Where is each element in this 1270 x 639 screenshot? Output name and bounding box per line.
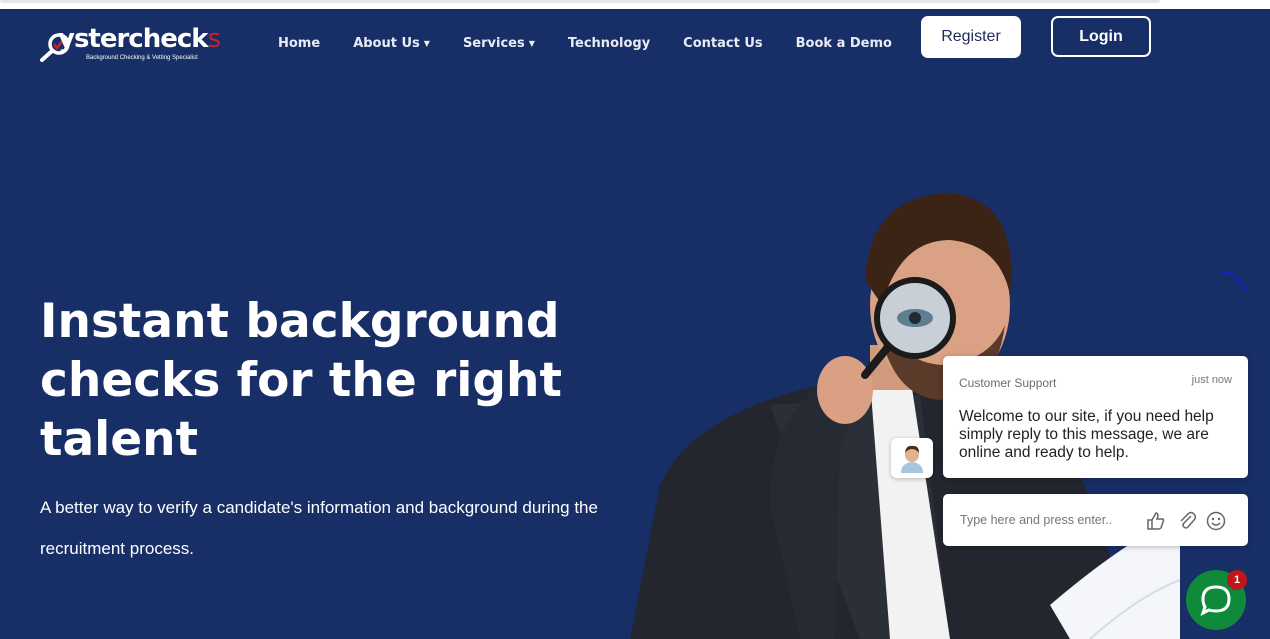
hero-subtitle: A better way to verify a candidate's inf… — [40, 498, 598, 558]
thumbs-up-icon[interactable] — [1145, 510, 1167, 532]
chat-input-bar[interactable]: Type here and press enter.. — [943, 494, 1248, 546]
chat-agent-name: Customer Support — [959, 376, 1057, 390]
paperclip-icon[interactable] — [1176, 510, 1198, 532]
nav-services-label: Services — [462, 36, 525, 51]
support-agent-avatar — [891, 438, 933, 478]
nav-home[interactable]: Home — [278, 36, 320, 51]
login-button[interactable]: Login — [1051, 16, 1151, 57]
register-button[interactable]: Register — [921, 16, 1021, 58]
nav-technology[interactable]: Technology — [568, 36, 650, 51]
loading-spinner-icon — [1221, 271, 1247, 293]
logo-word-red: s — [207, 24, 222, 54]
nav-home-label: Home — [278, 36, 321, 51]
chat-message-card[interactable]: Customer Support just now Welcome to our… — [943, 356, 1248, 478]
emoji-icon[interactable] — [1205, 510, 1227, 532]
logo-word-dark: ystercheck — [58, 24, 209, 54]
caret-down-icon: ▼ — [423, 39, 430, 48]
chat-timestamp: just now — [1191, 374, 1232, 386]
scroll-bar-top — [0, 0, 1160, 3]
hero-title: Instant background checks for the right … — [40, 294, 562, 467]
logo-wordmark: ysterchecks — [58, 24, 222, 54]
site-logo[interactable]: ysterchecks Background Checking & Vettin… — [40, 22, 250, 66]
chat-welcome-message: Welcome to our site, if you need help si… — [959, 408, 1214, 461]
logo-tagline: Background Checking & Vetting Specialist — [86, 55, 198, 61]
caret-down-icon: ▼ — [528, 39, 535, 48]
nav-book-a-demo[interactable]: Book a Demo — [796, 36, 892, 51]
chat-bubble-icon — [1200, 585, 1231, 616]
chat-unread-badge: 1 — [1227, 570, 1247, 590]
browser-top-strip — [0, 0, 1270, 9]
nav-about-us[interactable]: About Us ▼ — [353, 36, 430, 51]
agent-avatar-icon — [901, 445, 923, 473]
nav-contact-us[interactable]: Contact Us — [683, 36, 762, 51]
main-nav: Home About Us ▼ Services ▼ Technology Cont… — [278, 36, 925, 51]
nav-services[interactable]: Services ▼ — [463, 36, 535, 51]
nav-contact-label: Contact Us — [683, 36, 763, 51]
chat-input-field[interactable]: Type here and press enter.. — [960, 513, 1112, 527]
nav-demo-label: Book a Demo — [795, 36, 892, 51]
nav-about-label: About Us — [353, 36, 420, 51]
nav-technology-label: Technology — [567, 36, 651, 51]
